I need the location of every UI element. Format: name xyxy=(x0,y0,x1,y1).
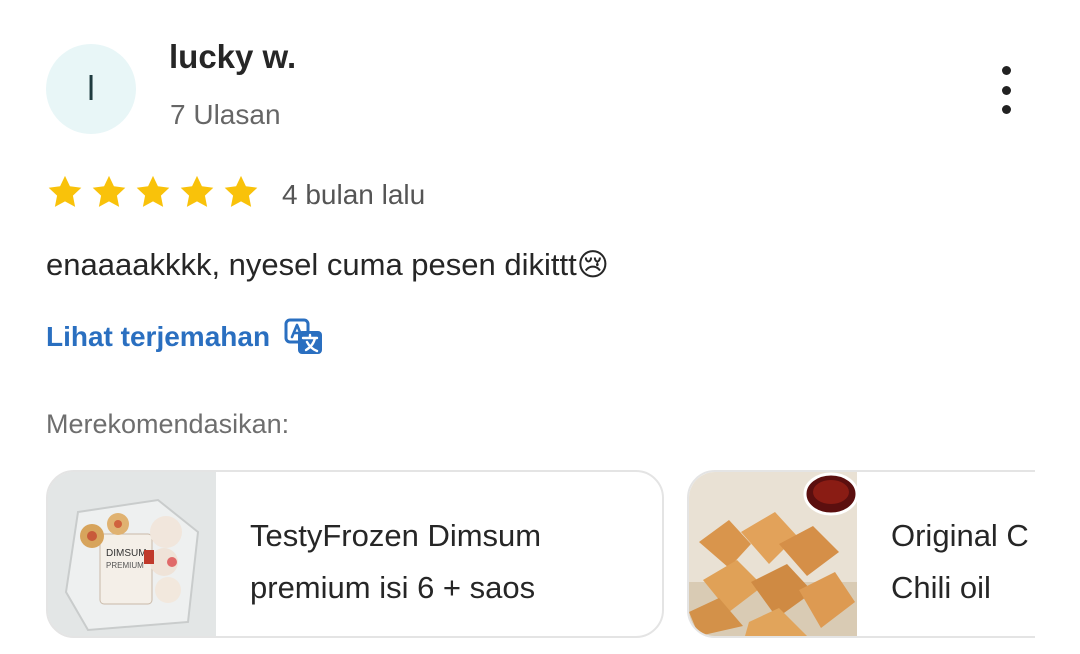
translate-link[interactable]: Lihat terjemahan xyxy=(46,318,324,356)
star-icon xyxy=(180,175,214,207)
more-options-button[interactable] xyxy=(992,66,1020,114)
recommendation-title: Original C Chili oil xyxy=(857,472,1029,636)
star-icon xyxy=(92,175,126,207)
svg-text:DIMSUM: DIMSUM xyxy=(106,548,147,559)
avatar-initial: l xyxy=(87,70,95,108)
reviewer-avatar[interactable]: l xyxy=(46,44,136,134)
recommendations-carousel[interactable]: DIMSUM PREMIUM TestyFrozen Dimsum premiu… xyxy=(46,470,1035,638)
translate-link-label: Lihat terjemahan xyxy=(46,321,271,352)
recommendation-card[interactable]: DIMSUM PREMIUM TestyFrozen Dimsum premiu… xyxy=(46,470,664,638)
review-text: enaaaakkkk, nyesel cuma pesen dikittt😢 xyxy=(46,247,610,282)
svg-text:PREMIUM: PREMIUM xyxy=(106,561,144,570)
reviewer-review-count: 7 Ulasan xyxy=(170,99,281,130)
recommendation-title-line1: TestyFrozen Dimsum xyxy=(250,518,542,553)
star-rating xyxy=(46,173,260,211)
reviewer-name[interactable]: lucky w. xyxy=(169,38,296,76)
product-image-fried-dumplings xyxy=(689,472,857,636)
product-image-dimsum-pack: DIMSUM PREMIUM xyxy=(48,472,216,636)
star-icon xyxy=(136,175,170,207)
more-vert-icon-dot xyxy=(1001,85,1011,95)
more-vert-icon-dot xyxy=(1001,105,1011,114)
recommendations-label: Merekomendasikan: xyxy=(46,409,290,439)
recommendation-title-line2: premium isi 6 + saos xyxy=(250,570,536,605)
recommendation-title-line2: Chili oil xyxy=(891,570,991,605)
star-icon xyxy=(224,175,258,207)
recommendation-card[interactable]: Original C Chili oil xyxy=(687,470,1035,638)
review-time: 4 bulan lalu xyxy=(282,179,426,210)
star-icon xyxy=(48,175,82,207)
more-vert-icon xyxy=(1001,66,1011,75)
translate-icon xyxy=(284,318,323,354)
recommendation-title-line1: Original C xyxy=(891,518,1029,553)
recommendation-title: TestyFrozen Dimsum premium isi 6 + saos xyxy=(216,472,541,636)
